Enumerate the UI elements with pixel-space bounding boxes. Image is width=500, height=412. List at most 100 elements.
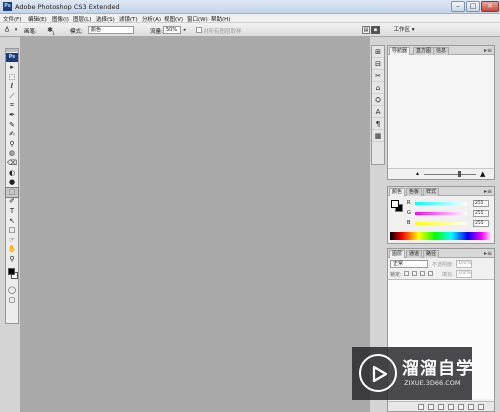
zoom-tool-icon[interactable]: ⚲ <box>6 255 18 265</box>
watermark-title: 溜溜自学 <box>402 359 474 379</box>
lock-position-icon[interactable] <box>420 271 425 276</box>
paragraph-panel-icon[interactable]: ¶ <box>372 118 384 130</box>
layer-style-icon[interactable] <box>428 404 434 410</box>
menu-select[interactable]: 选择(S) <box>96 15 115 23</box>
sample-all-checkbox[interactable] <box>196 27 202 33</box>
clone-stamp-tool-icon[interactable]: ⚲ <box>6 140 18 150</box>
green-channel-slider[interactable] <box>415 212 467 215</box>
tab-swatches[interactable]: 色板 <box>406 188 423 196</box>
blue-channel-value[interactable]: 255 <box>473 220 489 227</box>
dodge-tool-icon[interactable]: ⬚ <box>5 186 19 199</box>
menu-analysis[interactable]: 分析(A) <box>142 15 161 23</box>
workspace-icon[interactable]: ▪ <box>371 26 380 34</box>
brush-tool-icon[interactable]: ✍ <box>6 130 18 140</box>
zoom-slider-thumb[interactable] <box>458 171 461 177</box>
marquee-tool-icon[interactable]: ⬚ <box>6 73 18 83</box>
zoom-in-icon[interactable]: ▲ <box>480 170 485 178</box>
chevron-down-icon[interactable]: ▾ <box>12 26 20 34</box>
ps-logo[interactable]: Ps <box>6 53 18 62</box>
panel-toggle-icon[interactable]: ▤ <box>362 26 370 34</box>
fill-input[interactable]: 100% <box>456 270 472 278</box>
color-spectrum-bar[interactable] <box>390 232 492 240</box>
tab-layers[interactable]: 图层 <box>389 250 406 258</box>
red-channel-slider[interactable] <box>415 202 467 205</box>
menu-edit[interactable]: 编辑(E) <box>28 15 47 23</box>
workspace-button[interactable]: 工作区 ▾ <box>384 25 424 35</box>
blur-tool-icon[interactable]: ● <box>6 178 18 188</box>
menu-view[interactable]: 视图(V) <box>164 15 183 23</box>
path-selection-tool-icon[interactable]: ↖ <box>6 217 18 227</box>
magic-wand-tool-icon[interactable]: ⟋ <box>6 92 18 102</box>
panel-menu-icon[interactable]: ▸≡ <box>484 250 492 257</box>
zoom-out-icon[interactable]: ▴ <box>416 170 419 177</box>
menu-file[interactable]: 文件(F) <box>3 15 21 23</box>
maximize-button[interactable]: □ <box>466 1 480 12</box>
blue-channel-slider[interactable] <box>415 222 467 225</box>
quick-mask-icon[interactable]: ◯ <box>6 286 18 296</box>
lock-transparency-icon[interactable] <box>404 271 409 276</box>
flow-dropdown-icon[interactable]: ▸ <box>181 26 189 34</box>
slice-tool-icon[interactable]: ✒ <box>6 111 18 121</box>
blend-mode-select[interactable]: 正常 <box>390 260 428 268</box>
navigator-panel: 导航器 直方图 信息 ▸≡ ▴ ▲ <box>387 45 495 180</box>
red-channel-value[interactable]: 255 <box>473 200 489 207</box>
tab-info[interactable]: 信息 <box>433 47 450 55</box>
navigator-preview[interactable] <box>388 55 494 168</box>
crop-tool-icon[interactable]: ⌗ <box>6 101 18 111</box>
opacity-input[interactable]: 100% <box>456 260 472 268</box>
tab-styles[interactable]: 样式 <box>423 188 440 196</box>
close-button[interactable]: ✕ <box>481 1 499 12</box>
layer-mask-icon[interactable] <box>438 404 444 410</box>
lock-all-icon[interactable] <box>428 271 433 276</box>
canvas-area[interactable] <box>20 37 370 412</box>
zoom-slider-track[interactable] <box>424 174 476 175</box>
notes-tool-icon[interactable]: ☞ <box>6 236 18 246</box>
panel-menu-icon[interactable]: ▸≡ <box>484 188 492 195</box>
foreground-color-swatch[interactable] <box>8 268 15 276</box>
link-layers-icon[interactable] <box>418 404 424 410</box>
flow-input[interactable]: 50% <box>163 26 181 34</box>
delete-layer-icon[interactable] <box>478 404 484 410</box>
green-channel-value[interactable]: 255 <box>473 210 489 217</box>
lasso-tool-icon[interactable]: ℓ <box>6 82 18 92</box>
screen-mode-icon[interactable]: ▢ <box>6 296 18 306</box>
history-brush-tool-icon[interactable]: ◍ <box>6 149 18 159</box>
type-tool-icon[interactable]: T <box>6 207 18 217</box>
red-channel-label: R <box>407 200 411 206</box>
new-group-icon[interactable] <box>458 404 464 410</box>
pen-tool-icon[interactable]: ✐ <box>6 197 18 207</box>
hand-tool-icon[interactable]: ✋ <box>6 245 18 255</box>
navigator-panel-icon[interactable]: ⊞ <box>372 46 384 58</box>
tab-navigator[interactable]: 导航器 <box>389 47 411 55</box>
menu-window[interactable]: 窗口(W) <box>187 15 208 23</box>
lock-pixels-icon[interactable] <box>412 271 417 276</box>
gradient-tool-icon[interactable]: ◐ <box>6 169 18 179</box>
tab-paths[interactable]: 路径 <box>423 250 440 258</box>
menu-image[interactable]: 图像(I) <box>52 15 69 23</box>
shape-tool-icon[interactable]: □ <box>6 226 18 236</box>
tool-presets-icon[interactable]: ✂ <box>372 70 384 82</box>
move-tool-icon[interactable]: ▸ <box>6 63 18 73</box>
color-swatches <box>6 264 18 286</box>
eraser-tool-icon[interactable]: ⌫ <box>6 159 18 169</box>
brushes-panel-icon[interactable]: ⌂ <box>372 82 384 94</box>
foreground-color-swatch[interactable] <box>391 200 399 208</box>
history-panel-icon[interactable]: ⊟ <box>372 58 384 70</box>
menu-help[interactable]: 帮助(H) <box>211 15 230 23</box>
panel-menu-icon[interactable]: ▸≡ <box>484 47 492 54</box>
layer-comps-icon[interactable]: ▦ <box>372 130 384 142</box>
brush-tool-icon[interactable]: ♁ <box>3 26 11 34</box>
new-layer-icon[interactable] <box>468 404 474 410</box>
mode-select[interactable]: 颜色 <box>88 26 134 34</box>
character-panel-icon[interactable]: A <box>372 106 384 118</box>
menu-layer[interactable]: 图层(L) <box>73 15 91 23</box>
minimize-button[interactable]: – <box>451 1 465 12</box>
adjustment-layer-icon[interactable] <box>448 404 454 410</box>
menu-filter[interactable]: 滤镜(T) <box>119 15 138 23</box>
healing-brush-tool-icon[interactable]: ✎ <box>6 121 18 131</box>
tab-channels[interactable]: 通道 <box>406 250 423 258</box>
toolbox-grip[interactable] <box>6 49 18 52</box>
tab-histogram[interactable]: 直方图 <box>413 47 435 55</box>
clone-source-icon[interactable]: ⛭ <box>372 94 384 106</box>
tab-color[interactable]: 颜色 <box>389 188 406 196</box>
